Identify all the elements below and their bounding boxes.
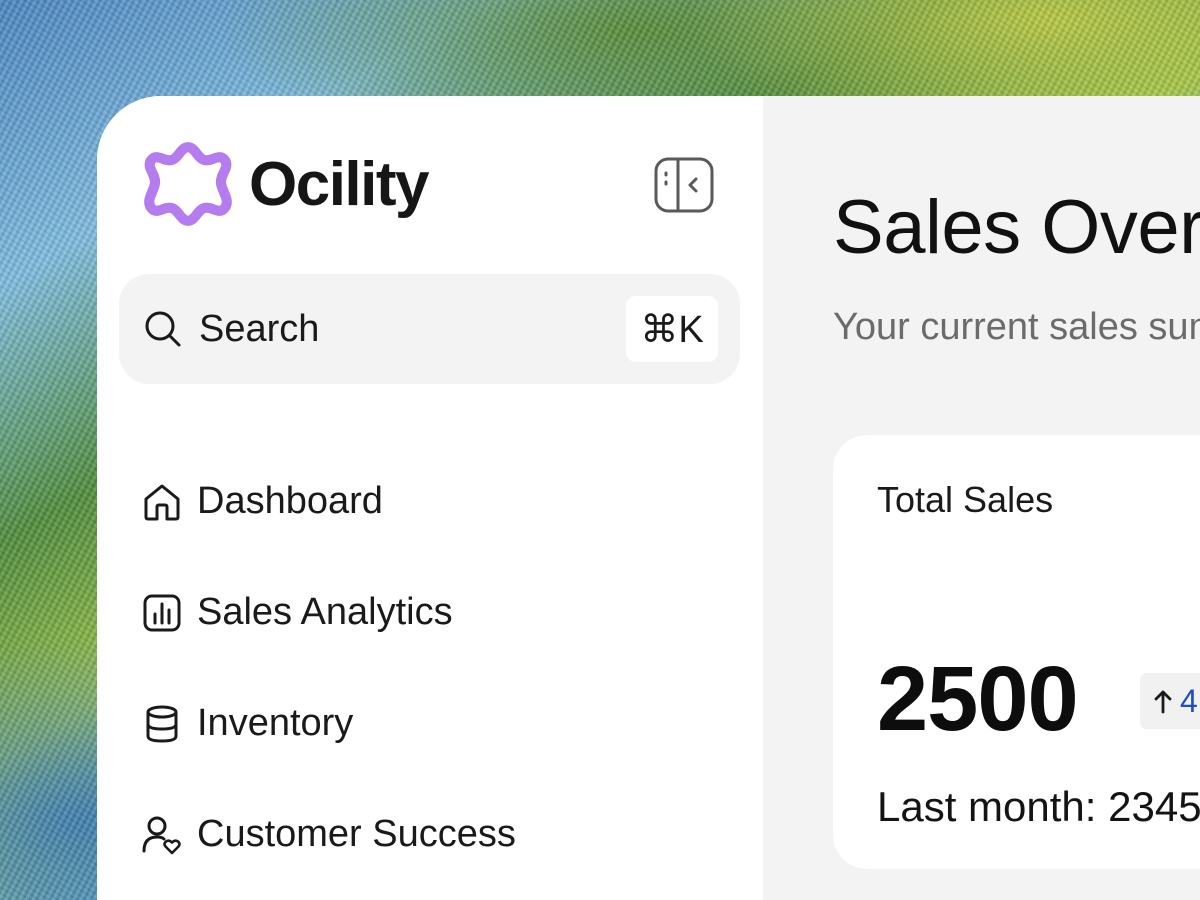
sidebar-item-inventory[interactable]: Inventory xyxy=(141,668,516,779)
last-month-value: Last month: 2345 xyxy=(877,783,1200,830)
ocility-logo-icon xyxy=(144,142,232,226)
sidebar-item-sales-analytics[interactable]: Sales Analytics xyxy=(141,557,516,668)
arrow-up-icon xyxy=(1154,690,1172,714)
search-bar[interactable]: Search ⌘K xyxy=(119,274,740,384)
sidebar-collapse-icon xyxy=(654,157,714,213)
home-icon xyxy=(144,484,180,520)
sidebar: Ocility Search ⌘K Dashboard Sales Analyt… xyxy=(97,96,763,900)
sidebar-item-label: Dashboard xyxy=(197,480,383,522)
user-heart-icon xyxy=(142,816,181,854)
search-icon xyxy=(145,311,181,347)
page-title: Sales Overview xyxy=(833,185,1200,270)
brand-name: Ocility xyxy=(249,149,430,219)
sidebar-item-dashboard[interactable]: Dashboard xyxy=(141,446,516,557)
change-badge: 4.9% xyxy=(1140,673,1200,729)
app-window: Ocility Search ⌘K Dashboard Sales Analyt… xyxy=(97,96,1200,900)
total-sales-value: 2500 xyxy=(877,648,1079,750)
total-sales-card: Total Sales 2500 4.9% Last month: 2345 xyxy=(833,435,1200,869)
main-content: Sales Overview Your current sales summar… xyxy=(763,96,1200,900)
sidebar-item-label: Sales Analytics xyxy=(197,591,453,633)
brand: Ocility xyxy=(139,138,430,230)
sidebar-item-customer-success[interactable]: Customer Success xyxy=(141,779,516,890)
card-title: Total Sales xyxy=(877,479,1054,520)
database-icon xyxy=(146,705,178,743)
change-value: 4.9% xyxy=(1180,682,1200,719)
sidebar-nav: Dashboard Sales Analytics Inventory Cust… xyxy=(141,446,516,890)
sidebar-item-label: Inventory xyxy=(197,702,354,744)
bar-chart-icon xyxy=(143,594,181,631)
search-label: Search xyxy=(199,307,320,350)
page-subtitle: Your current sales summary and activity. xyxy=(833,306,1200,348)
search-shortcut-badge: ⌘K xyxy=(626,296,718,362)
collapse-sidebar-button[interactable] xyxy=(653,156,715,214)
sidebar-item-label: Customer Success xyxy=(197,813,516,855)
